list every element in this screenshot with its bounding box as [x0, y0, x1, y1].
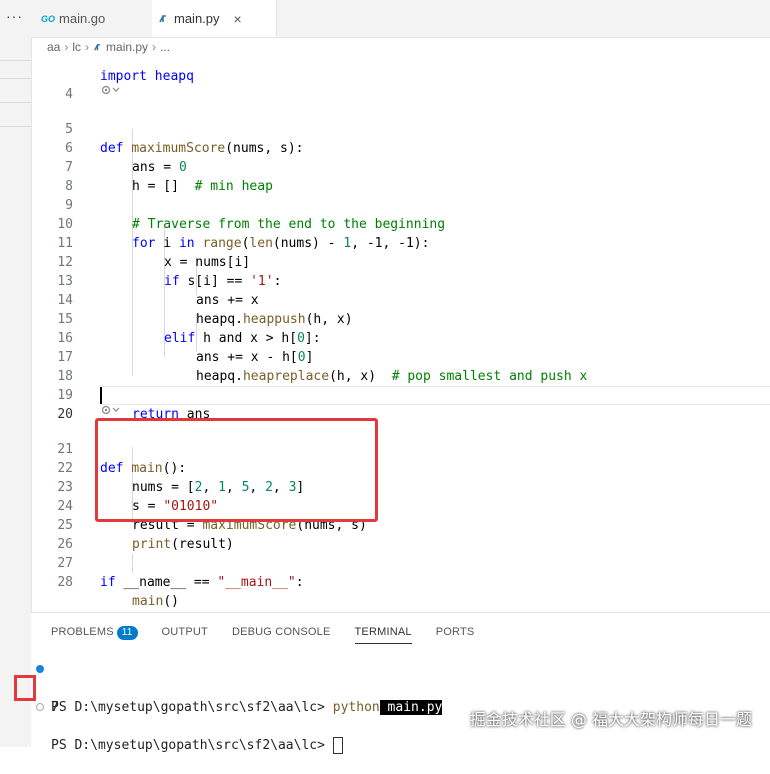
code-line: 6 ans = 0 [65, 141, 187, 175]
terminal-line[interactable]: PS D:\mysetup\gopath\src\sf2\aa\lc> pyth… [31, 660, 770, 715]
code-line: 16 ans += x - h[0] [57, 331, 314, 365]
code-line: 11 x = nums[i] [57, 236, 251, 270]
code-line: 7 h = [] # min heap [65, 160, 273, 194]
highlight-box-output [14, 675, 36, 701]
go-file-icon: GO [41, 13, 56, 24]
chevron-right-icon: › [85, 40, 90, 54]
code-line: 17 heapq.heapreplace(h, x) # pop smalles… [57, 350, 588, 384]
code-line: 4 [65, 87, 73, 102]
tab-problems[interactable]: PROBLEMS 11 [51, 623, 138, 643]
code-line: 8 [65, 179, 73, 194]
more-actions-icon[interactable]: ··· [6, 8, 23, 24]
breadcrumb-item[interactable]: ... [160, 40, 170, 54]
code-line: 19 return ans [57, 388, 211, 422]
tab-terminal[interactable]: TERMINAL [354, 623, 412, 644]
text-cursor [100, 387, 102, 404]
breadcrumb-item[interactable]: lc [72, 40, 81, 54]
command-success-icon [36, 665, 44, 673]
divider [0, 60, 31, 61]
tab-debug-console[interactable]: DEBUG CONSOLE [232, 623, 331, 643]
breadcrumb: aa › lc › main.py › ... [31, 37, 770, 57]
python-file-icon [159, 14, 166, 22]
watermark: 掘金技术社区 @ 福大大架构师每日一题 [469, 710, 752, 729]
code-line: 5 def maximumScore(nums, s): [65, 122, 304, 156]
highlight-box-main [95, 418, 378, 522]
code-line: 18 [57, 369, 73, 384]
panel-tabs: PROBLEMS 11 OUTPUT DEBUG CONSOLE TERMINAL… [51, 623, 498, 644]
gear-icon [101, 85, 120, 95]
code-line: 13 ans += x [57, 274, 259, 308]
tab-main-py[interactable]: main.py × [152, 0, 277, 37]
code-line: 20 [57, 407, 73, 422]
tab-label: main.py [174, 11, 220, 26]
divider [0, 126, 31, 127]
breadcrumb-item[interactable]: main.py [106, 40, 148, 54]
tab-main-go[interactable]: GO main.go [31, 0, 162, 37]
editor-tab-bar: GO main.go main.py × [31, 0, 770, 38]
code-line: 9 # Traverse from the end to the beginni… [65, 198, 446, 232]
code-line: 10 for i in range(len(nums) - 1, -1, -1)… [57, 217, 430, 251]
code-line: 27 if __name__ == "__main__": [57, 556, 304, 590]
terminal-cursor [332, 737, 343, 754]
chevron-right-icon: › [64, 40, 69, 54]
terminal-output: 7 [51, 700, 59, 715]
code-line: 15 elif h and x > h[0]: [57, 312, 321, 346]
tab-ports[interactable]: PORTS [436, 623, 475, 643]
chevron-right-icon: › [152, 40, 157, 54]
tab-output[interactable]: OUTPUT [162, 623, 208, 643]
code-line: 14 heapq.heappush(h, x) [57, 293, 353, 327]
problems-count-badge: 11 [116, 626, 138, 640]
close-icon[interactable]: × [234, 11, 242, 27]
code-line: 28 main() [57, 575, 179, 609]
divider [0, 78, 31, 79]
command-pending-icon [36, 703, 44, 711]
codelens[interactable] [100, 84, 122, 100]
python-file-icon [94, 43, 101, 51]
code-line: 12 if s[i] == '1': [57, 255, 282, 289]
tab-label: main.go [59, 11, 106, 26]
divider [0, 102, 31, 103]
code-editor[interactable]: import heapq 4 5 def maximumScore(nums, … [31, 57, 770, 612]
gear-icon [101, 405, 120, 415]
activity-strip: ··· [0, 0, 32, 747]
breadcrumb-item[interactable]: aa [47, 40, 60, 54]
